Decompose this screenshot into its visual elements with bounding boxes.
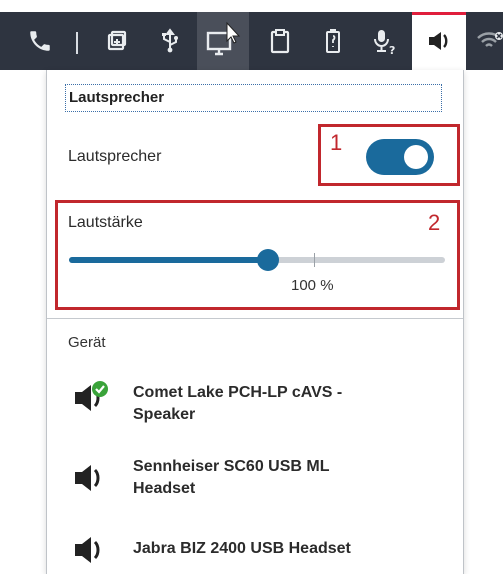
microphone-icon[interactable]: ? xyxy=(366,12,402,70)
device-name: Sennheiser SC60 USB ML Headset xyxy=(133,456,433,500)
battery-icon[interactable] xyxy=(318,12,348,70)
device-name-line2: Speaker xyxy=(133,406,196,423)
device-name-line1: Comet Lake PCH-LP cAVS - xyxy=(133,384,343,401)
annotation-number-2: 2 xyxy=(428,210,441,235)
panel-title: Lautsprecher xyxy=(65,84,442,112)
annotation-box-2 xyxy=(55,200,460,310)
phone-icon[interactable] xyxy=(22,12,58,70)
divider xyxy=(47,318,463,319)
device-item[interactable]: Comet Lake PCH-LP cAVS - Speaker xyxy=(47,374,463,434)
toolbar-separator xyxy=(76,32,78,54)
device-item[interactable]: Sennheiser SC60 USB ML Headset xyxy=(47,452,463,512)
usb-icon[interactable] xyxy=(152,12,188,70)
wifi-icon[interactable] xyxy=(474,12,503,70)
speaker-icon[interactable] xyxy=(420,12,460,70)
device-name-line1: Sennheiser SC60 USB ML xyxy=(133,458,330,475)
speaker-icon xyxy=(73,532,107,563)
dialpad-icon[interactable] xyxy=(98,12,134,70)
svg-text:?: ? xyxy=(389,44,395,55)
annotation-number-1: 1 xyxy=(330,130,343,155)
device-name: Jabra BIZ 2400 USB Headset xyxy=(133,538,433,560)
monitor-icon[interactable] xyxy=(200,12,246,70)
device-name-line2: Headset xyxy=(133,480,196,497)
toolbar: ? xyxy=(0,12,503,70)
device-name: Comet Lake PCH-LP cAVS - Speaker xyxy=(133,382,433,426)
speaker-icon xyxy=(73,460,107,491)
device-section-label: Gerät xyxy=(68,334,106,351)
device-name-line1: Jabra BIZ 2400 USB Headset xyxy=(133,540,351,557)
speaker-toggle-label: Lautsprecher xyxy=(68,148,162,165)
clipboard-icon[interactable] xyxy=(262,12,298,70)
speaker-check-icon xyxy=(73,380,108,411)
top-strip xyxy=(0,0,503,12)
device-item[interactable]: Jabra BIZ 2400 USB Headset xyxy=(47,530,463,574)
